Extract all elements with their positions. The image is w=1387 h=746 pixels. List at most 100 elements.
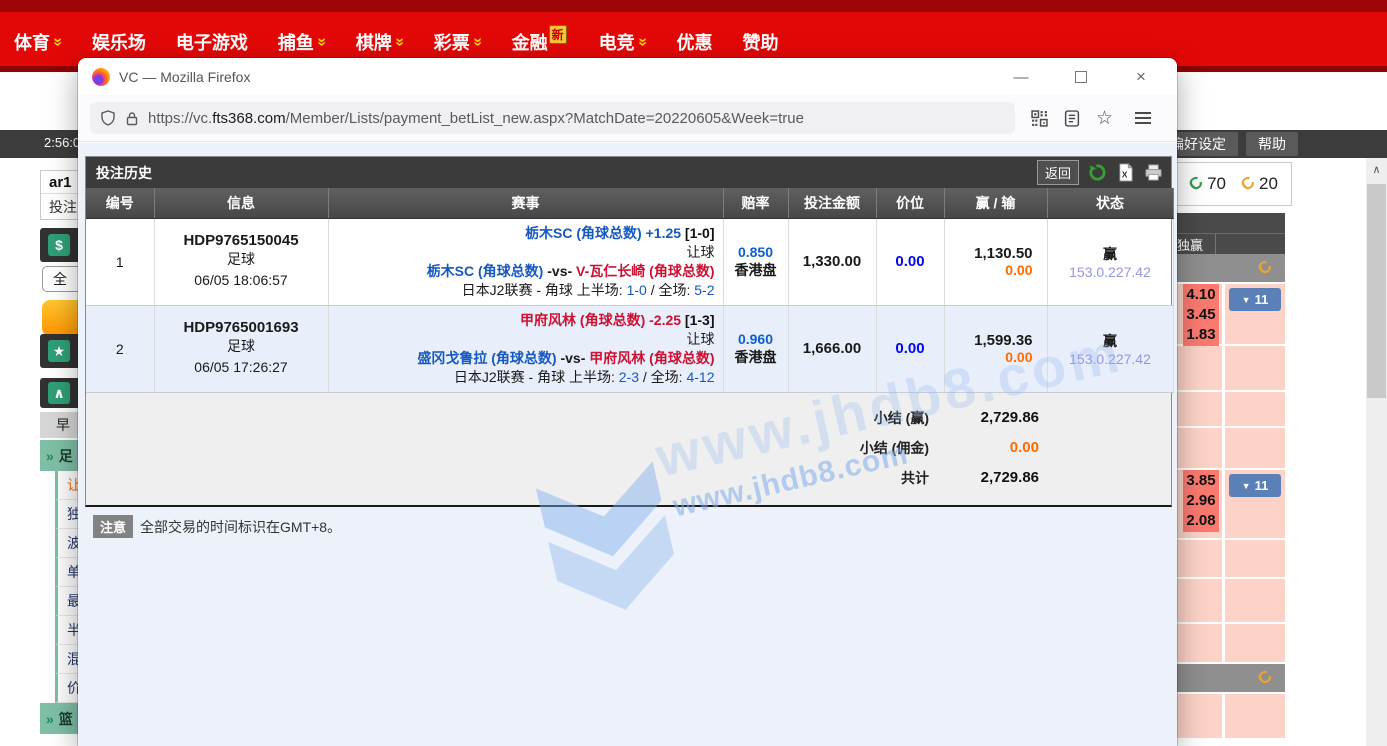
- browser-toolbar: https://vc.fts368.com/Member/Lists/payme…: [78, 95, 1177, 142]
- vs-label: -vs-: [557, 350, 590, 366]
- summary-row: 小结 (佣金)0.00: [86, 433, 1171, 463]
- nav-item-赞助[interactable]: 赞助: [743, 29, 779, 55]
- bet-history-panel: 投注历史 返回 X: [85, 156, 1172, 507]
- refresh-icon[interactable]: [1088, 163, 1107, 182]
- cell-info: HDP9765150045足球06/05 18:06:57: [154, 218, 328, 305]
- odds-value[interactable]: 2.96: [1183, 491, 1219, 511]
- odds-value[interactable]: 2.08: [1183, 511, 1219, 531]
- nav-item-捕鱼[interactable]: 捕鱼»: [278, 29, 326, 55]
- reader-mode-icon[interactable]: [1064, 110, 1080, 127]
- refresh-counters: C 70 C 20: [1176, 162, 1292, 206]
- odds-cell[interactable]: [1225, 428, 1285, 468]
- down-triangle-icon: ▼: [1242, 481, 1251, 491]
- nav-item-label: 赞助: [743, 29, 779, 55]
- match-pick-line: 甲府风林 (角球总数) -2.25 [1-3]: [337, 311, 715, 330]
- highlighted-odds[interactable]: 4.103.451.83: [1183, 284, 1219, 346]
- column-header: 价位: [876, 188, 944, 218]
- status-label: 赢: [1056, 331, 1165, 351]
- qr-scan-icon[interactable]: [1031, 110, 1048, 127]
- price-value: 0.00: [885, 340, 936, 357]
- summary-row: 共计2,729.86: [86, 463, 1171, 493]
- nav-item-娱乐场[interactable]: 娱乐场: [92, 29, 146, 55]
- cell-number: 1: [86, 218, 154, 305]
- full-time-label: / 全场:: [639, 369, 686, 385]
- refresh-icon[interactable]: C: [1254, 256, 1276, 279]
- summary-label: 小结 (佣金): [860, 438, 929, 458]
- excel-export-icon[interactable]: X: [1116, 163, 1135, 182]
- page-scrollbar[interactable]: ∧: [1366, 158, 1387, 746]
- summary-label: 小结 (赢): [874, 408, 929, 428]
- odds-cell[interactable]: [1225, 694, 1285, 738]
- url-bar[interactable]: https://vc.fts368.com/Member/Lists/payme…: [90, 102, 1015, 134]
- window-titlebar[interactable]: VC — Mozilla Firefox — ×: [78, 58, 1177, 95]
- scrollbar-thumb[interactable]: [1367, 184, 1386, 398]
- print-icon[interactable]: [1144, 163, 1163, 182]
- league-name: 日本J2联赛 - 角球 上半场:: [454, 369, 619, 385]
- nav-item-棋牌[interactable]: 棋牌»: [356, 29, 404, 55]
- sidebar-sport-label: 篮: [59, 709, 73, 729]
- bet-time: 06/05 18:06:57: [163, 270, 320, 291]
- nav-item-电子游戏[interactable]: 电子游戏: [176, 29, 248, 55]
- bookmark-star-icon[interactable]: ☆: [1096, 107, 1113, 130]
- down-triangle-icon: ▼: [1242, 295, 1251, 305]
- lock-icon[interactable]: [125, 111, 139, 126]
- star-icon: ★: [48, 340, 70, 362]
- table-row: 2HDP9765001693足球06/05 17:26:27甲府风林 (角球总数…: [86, 305, 1173, 392]
- cell-price: 0.00: [876, 305, 944, 392]
- odds-cell[interactable]: ▼11: [1225, 470, 1285, 538]
- page-content: 投注历史 返回 X: [78, 143, 1177, 746]
- full-time-label: / 全场:: [647, 282, 694, 298]
- maximize-icon: [1075, 71, 1087, 83]
- url-text[interactable]: https://vc.fts368.com/Member/Lists/payme…: [148, 110, 804, 127]
- chevron-down-icon: »: [48, 38, 66, 47]
- away-team: V-瓦仁长崎 (角球总数): [576, 263, 714, 279]
- odds-value[interactable]: 4.10: [1183, 285, 1219, 305]
- cell-match: 栃木SC (角球总数) +1.25 [1-0]让球栃木SC (角球总数) -vs…: [328, 218, 723, 305]
- close-button[interactable]: ×: [1126, 64, 1156, 90]
- refresh-icon[interactable]: C: [1254, 666, 1276, 689]
- nav-item-label: 体育: [14, 29, 50, 55]
- odds-value[interactable]: 1.83: [1183, 325, 1219, 345]
- window-title: VC — Mozilla Firefox: [119, 69, 250, 85]
- odds-cell[interactable]: [1225, 624, 1285, 662]
- away-team: 甲府风林 (角球总数): [589, 350, 714, 366]
- nav-item-优惠[interactable]: 优惠: [677, 29, 713, 55]
- match-teams-line: 栃木SC (角球总数) -vs- V-瓦仁长崎 (角球总数): [337, 262, 715, 281]
- odds-cell[interactable]: [1225, 346, 1285, 390]
- shield-icon[interactable]: [100, 110, 116, 126]
- maximize-button[interactable]: [1066, 64, 1096, 90]
- odds-cell[interactable]: [1225, 579, 1285, 622]
- odds-value[interactable]: 3.85: [1183, 471, 1219, 491]
- odds-value[interactable]: 3.45: [1183, 305, 1219, 325]
- highlighted-odds[interactable]: 3.852.962.08: [1183, 470, 1219, 532]
- expand-odds-button[interactable]: ▼11: [1229, 288, 1281, 311]
- nav-item-体育[interactable]: 体育»: [14, 29, 62, 55]
- nav-item-label: 捕鱼: [278, 29, 314, 55]
- note-badge: 注意: [93, 515, 133, 538]
- back-button[interactable]: 返回: [1037, 160, 1079, 185]
- nav-item-label: 优惠: [677, 29, 713, 55]
- chevron-up-icon: ∧: [48, 382, 70, 404]
- minimize-button[interactable]: —: [1006, 64, 1036, 90]
- odds-cell[interactable]: ▼11: [1225, 284, 1285, 344]
- expand-odds-button[interactable]: ▼11: [1229, 474, 1281, 497]
- odds-cell[interactable]: [1225, 540, 1285, 577]
- refresh-icon[interactable]: C: [1237, 172, 1259, 195]
- cell-match: 甲府风林 (角球总数) -2.25 [1-3]让球盛冈戈鲁拉 (角球总数) -v…: [328, 305, 723, 392]
- nav-item-金融[interactable]: 金融新: [512, 29, 569, 55]
- status-label: 赢: [1056, 244, 1165, 264]
- cell-amount: 1,330.00: [788, 218, 876, 305]
- nav-item-彩票[interactable]: 彩票»: [434, 29, 482, 55]
- divider: [1215, 234, 1216, 254]
- bet-type: 让球: [337, 243, 715, 262]
- refresh-icon[interactable]: C: [1185, 172, 1207, 195]
- help-button[interactable]: 帮助: [1246, 132, 1298, 156]
- bet-time: 06/05 17:26:27: [163, 357, 320, 378]
- odds-cell[interactable]: [1225, 392, 1285, 426]
- match-teams-line: 盛冈戈鲁拉 (角球总数) -vs- 甲府风林 (角球总数): [337, 349, 715, 368]
- scroll-up-arrow[interactable]: ∧: [1366, 158, 1387, 180]
- nav-item-电竞[interactable]: 电竞»: [599, 29, 647, 55]
- menu-hamburger-icon[interactable]: [1135, 109, 1151, 127]
- first-half-score: 2-3: [619, 369, 639, 385]
- chevron-down-icon: »: [312, 38, 330, 47]
